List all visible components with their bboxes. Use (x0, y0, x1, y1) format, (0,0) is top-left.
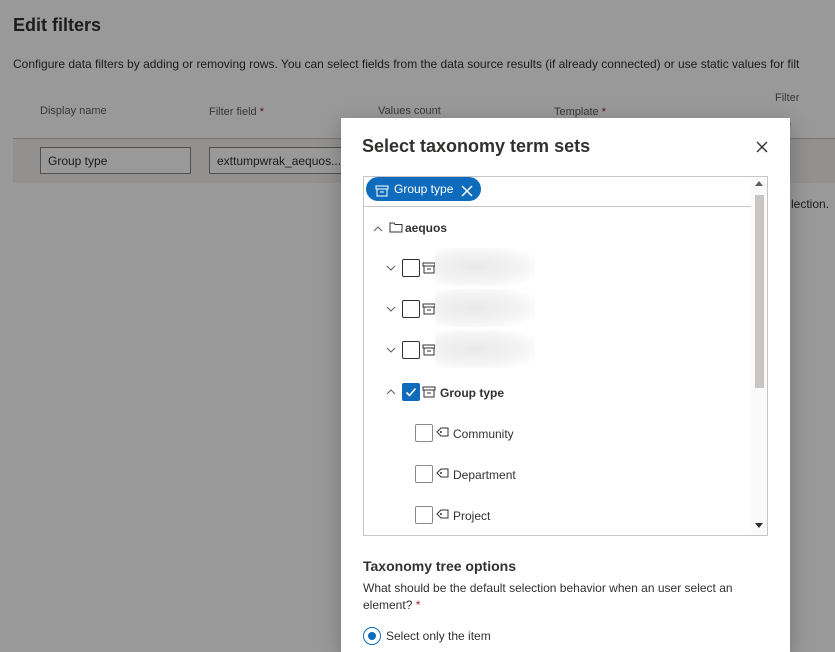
chevron-up-icon[interactable] (385, 386, 397, 398)
tree-item-termset[interactable] (364, 248, 744, 286)
term-set-icon (422, 303, 436, 315)
tree-item-termset[interactable] (364, 330, 744, 368)
blurred-label (435, 248, 535, 286)
chevron-down-icon[interactable] (385, 262, 397, 274)
blurred-label (435, 289, 535, 327)
term-label: Department (453, 468, 516, 482)
term-set-icon (422, 262, 436, 274)
radio-select-only-item[interactable] (363, 627, 381, 645)
tag-icon (436, 509, 449, 519)
blurred-label (435, 330, 535, 368)
checkbox-checked[interactable] (402, 383, 420, 401)
close-icon (756, 141, 768, 153)
tag-icon (436, 468, 449, 478)
tree-item-term[interactable]: Community (364, 421, 744, 445)
pill-separator (364, 206, 751, 207)
scrollbar-thumb[interactable] (755, 195, 764, 388)
required-mark: * (415, 598, 421, 612)
term-set-picker: Group type aequos Group type Community D… (363, 176, 768, 536)
tag-icon (436, 427, 449, 437)
folder-icon (389, 222, 403, 233)
options-question: What should be the default selection beh… (363, 581, 733, 612)
checkbox[interactable] (415, 424, 433, 442)
term-label: Community (453, 427, 514, 441)
tree-item-group-type[interactable]: Group type (364, 380, 744, 404)
options-title: Taxonomy tree options (363, 558, 516, 574)
scroll-down-arrow[interactable] (755, 523, 763, 528)
chevron-up-icon[interactable] (372, 223, 384, 235)
term-set-icon (422, 386, 436, 398)
checkmark-icon (405, 387, 417, 397)
chevron-down-icon[interactable] (385, 303, 397, 315)
close-button[interactable] (751, 136, 773, 158)
chevron-down-icon[interactable] (385, 344, 397, 356)
term-set-icon (422, 344, 436, 356)
checkbox[interactable] (402, 341, 420, 359)
radio-dot (368, 632, 376, 640)
scrollbar[interactable] (751, 177, 767, 535)
tree-item-root[interactable]: aequos (364, 217, 744, 241)
remove-pill-button[interactable] (460, 182, 474, 206)
dialog-title: Select taxonomy term sets (362, 136, 591, 156)
tree-item-term[interactable]: Department (364, 462, 744, 486)
checkbox[interactable] (415, 465, 433, 483)
term-label: Project (453, 509, 491, 523)
close-icon (461, 185, 473, 197)
checkbox[interactable] (415, 506, 433, 524)
selected-term-label: Group type (394, 182, 454, 196)
tree-item-label: aequos (405, 221, 448, 235)
selected-term-pill: Group type (366, 177, 482, 201)
tree-item-label: Group type (440, 386, 505, 400)
scroll-up-arrow[interactable] (755, 181, 763, 186)
term-set-icon (375, 182, 389, 206)
taxonomy-dialog: Select taxonomy term sets Group type aeq… (341, 118, 790, 652)
checkbox[interactable] (402, 300, 420, 318)
tree-item-term[interactable]: Project (364, 503, 744, 527)
tree-item-termset[interactable] (364, 289, 744, 327)
radio-label: Select only the item (386, 629, 491, 643)
checkbox[interactable] (402, 259, 420, 277)
